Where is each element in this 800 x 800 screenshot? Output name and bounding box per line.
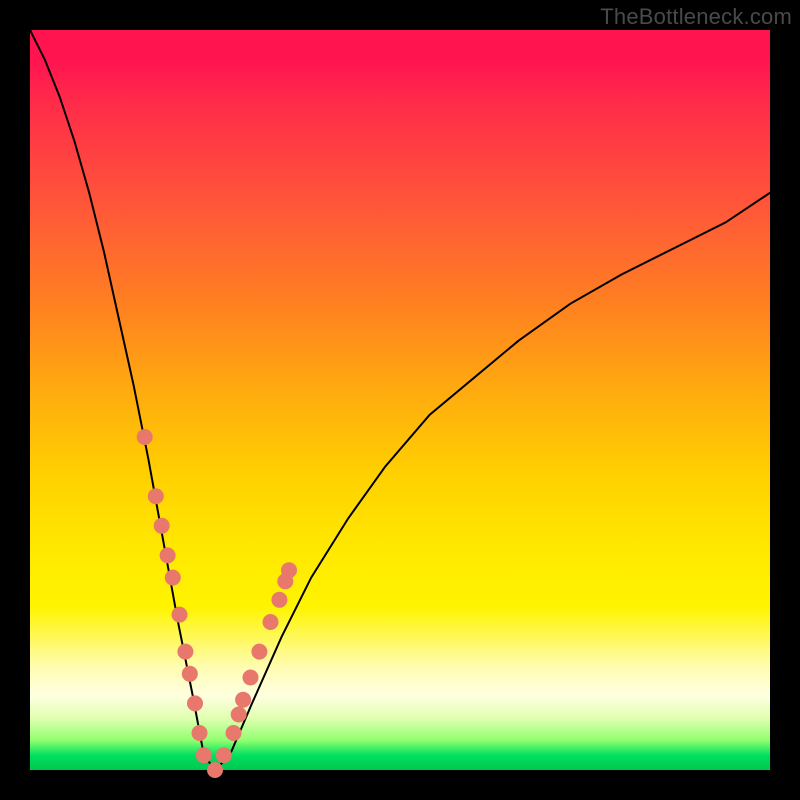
data-marker bbox=[182, 666, 198, 682]
data-marker bbox=[277, 573, 293, 589]
data-marker bbox=[263, 614, 279, 630]
data-marker bbox=[187, 695, 203, 711]
data-marker bbox=[165, 570, 181, 586]
plot-area bbox=[30, 30, 770, 770]
data-marker bbox=[160, 547, 176, 563]
data-marker bbox=[172, 607, 188, 623]
data-marker bbox=[137, 429, 153, 445]
data-marker bbox=[235, 692, 251, 708]
data-marker bbox=[177, 644, 193, 660]
chart-frame: TheBottleneck.com bbox=[0, 0, 800, 800]
data-marker bbox=[251, 644, 267, 660]
data-marker bbox=[243, 670, 259, 686]
data-marker bbox=[192, 725, 208, 741]
data-marker bbox=[271, 592, 287, 608]
data-marker bbox=[281, 562, 297, 578]
marker-layer bbox=[30, 30, 770, 770]
data-marker bbox=[148, 488, 164, 504]
bottleneck-curve bbox=[30, 30, 770, 770]
data-marker bbox=[207, 762, 223, 778]
data-marker bbox=[196, 747, 212, 763]
curve-layer bbox=[30, 30, 770, 770]
data-marker bbox=[154, 518, 170, 534]
watermark-text: TheBottleneck.com bbox=[600, 4, 792, 30]
data-marker bbox=[226, 725, 242, 741]
data-marker bbox=[216, 747, 232, 763]
data-marker bbox=[231, 707, 247, 723]
